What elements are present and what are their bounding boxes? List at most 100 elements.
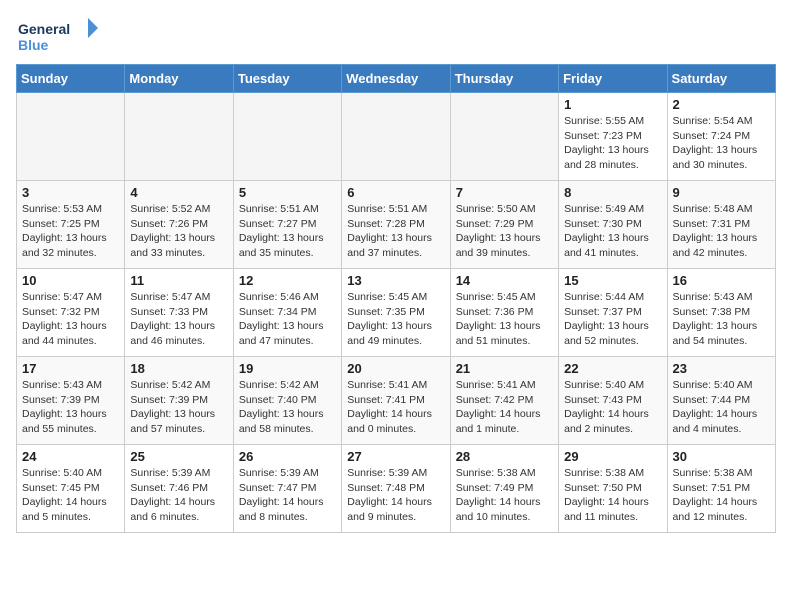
day-info: Sunrise: 5:39 AM Sunset: 7:47 PM Dayligh… bbox=[239, 466, 336, 525]
day-info: Sunrise: 5:45 AM Sunset: 7:36 PM Dayligh… bbox=[456, 290, 553, 349]
day-info: Sunrise: 5:40 AM Sunset: 7:44 PM Dayligh… bbox=[673, 378, 770, 437]
day-number: 3 bbox=[22, 185, 119, 200]
day-info: Sunrise: 5:39 AM Sunset: 7:46 PM Dayligh… bbox=[130, 466, 227, 525]
day-header-tuesday: Tuesday bbox=[233, 65, 341, 93]
day-number: 26 bbox=[239, 449, 336, 464]
day-number: 23 bbox=[673, 361, 770, 376]
day-info: Sunrise: 5:38 AM Sunset: 7:51 PM Dayligh… bbox=[673, 466, 770, 525]
calendar-cell: 7 Sunrise: 5:50 AM Sunset: 7:29 PM Daylig… bbox=[450, 181, 558, 269]
day-number: 19 bbox=[239, 361, 336, 376]
day-number: 1 bbox=[564, 97, 661, 112]
day-number: 2 bbox=[673, 97, 770, 112]
calendar-cell: 16 Sunrise: 5:43 AM Sunset: 7:38 PM Dayli… bbox=[667, 269, 775, 357]
day-info: Sunrise: 5:47 AM Sunset: 7:32 PM Dayligh… bbox=[22, 290, 119, 349]
logo[interactable]: General Blue bbox=[16, 16, 106, 56]
day-number: 11 bbox=[130, 273, 227, 288]
day-number: 28 bbox=[456, 449, 553, 464]
calendar-cell: 30 Sunrise: 5:38 AM Sunset: 7:51 PM Dayli… bbox=[667, 445, 775, 533]
calendar-cell bbox=[233, 93, 341, 181]
calendar-cell: 17 Sunrise: 5:43 AM Sunset: 7:39 PM Dayli… bbox=[17, 357, 125, 445]
day-info: Sunrise: 5:46 AM Sunset: 7:34 PM Dayligh… bbox=[239, 290, 336, 349]
day-info: Sunrise: 5:45 AM Sunset: 7:35 PM Dayligh… bbox=[347, 290, 444, 349]
day-info: Sunrise: 5:53 AM Sunset: 7:25 PM Dayligh… bbox=[22, 202, 119, 261]
day-info: Sunrise: 5:51 AM Sunset: 7:28 PM Dayligh… bbox=[347, 202, 444, 261]
calendar-cell: 18Sunrise: 5:42 AM Sunset: 7:39 PM Dayli… bbox=[125, 357, 233, 445]
calendar-week-5: 24Sunrise: 5:40 AM Sunset: 7:45 PM Dayli… bbox=[17, 445, 776, 533]
day-number: 12 bbox=[239, 273, 336, 288]
day-info: Sunrise: 5:43 AM Sunset: 7:39 PM Dayligh… bbox=[22, 378, 119, 437]
day-info: Sunrise: 5:55 AM Sunset: 7:23 PM Dayligh… bbox=[564, 114, 661, 173]
calendar-body: 1 Sunrise: 5:55 AM Sunset: 7:23 PM Daylig… bbox=[17, 93, 776, 533]
calendar-cell bbox=[342, 93, 450, 181]
calendar-cell: 6 Sunrise: 5:51 AM Sunset: 7:28 PM Daylig… bbox=[342, 181, 450, 269]
calendar-cell: 22 Sunrise: 5:40 AM Sunset: 7:43 PM Dayli… bbox=[559, 357, 667, 445]
calendar-cell: 12 Sunrise: 5:46 AM Sunset: 7:34 PM Dayli… bbox=[233, 269, 341, 357]
calendar-header-row: SundayMondayTuesdayWednesdayThursdayFrid… bbox=[17, 65, 776, 93]
day-number: 5 bbox=[239, 185, 336, 200]
calendar-cell: 21 Sunrise: 5:41 AM Sunset: 7:42 PM Dayli… bbox=[450, 357, 558, 445]
day-number: 24 bbox=[22, 449, 119, 464]
calendar-cell: 15Sunrise: 5:44 AM Sunset: 7:37 PM Dayli… bbox=[559, 269, 667, 357]
calendar-cell: 23 Sunrise: 5:40 AM Sunset: 7:44 PM Dayli… bbox=[667, 357, 775, 445]
calendar-cell: 28 Sunrise: 5:38 AM Sunset: 7:49 PM Dayli… bbox=[450, 445, 558, 533]
day-info: Sunrise: 5:38 AM Sunset: 7:49 PM Dayligh… bbox=[456, 466, 553, 525]
day-number: 16 bbox=[673, 273, 770, 288]
day-number: 18 bbox=[130, 361, 227, 376]
svg-text:Blue: Blue bbox=[18, 37, 49, 53]
day-info: Sunrise: 5:47 AM Sunset: 7:33 PM Dayligh… bbox=[130, 290, 227, 349]
day-number: 17 bbox=[22, 361, 119, 376]
calendar-cell: 10 Sunrise: 5:47 AM Sunset: 7:32 PM Dayli… bbox=[17, 269, 125, 357]
day-number: 27 bbox=[347, 449, 444, 464]
day-info: Sunrise: 5:44 AM Sunset: 7:37 PM Dayligh… bbox=[564, 290, 661, 349]
svg-text:General: General bbox=[18, 21, 70, 37]
page-header: General Blue bbox=[16, 16, 776, 56]
calendar-cell: 19 Sunrise: 5:42 AM Sunset: 7:40 PM Dayli… bbox=[233, 357, 341, 445]
day-info: Sunrise: 5:41 AM Sunset: 7:42 PM Dayligh… bbox=[456, 378, 553, 437]
calendar-cell: 3 Sunrise: 5:53 AM Sunset: 7:25 PM Daylig… bbox=[17, 181, 125, 269]
day-number: 20 bbox=[347, 361, 444, 376]
day-header-saturday: Saturday bbox=[667, 65, 775, 93]
calendar-cell: 5 Sunrise: 5:51 AM Sunset: 7:27 PM Daylig… bbox=[233, 181, 341, 269]
calendar-cell: 2 Sunrise: 5:54 AM Sunset: 7:24 PM Daylig… bbox=[667, 93, 775, 181]
day-info: Sunrise: 5:40 AM Sunset: 7:43 PM Dayligh… bbox=[564, 378, 661, 437]
day-info: Sunrise: 5:51 AM Sunset: 7:27 PM Dayligh… bbox=[239, 202, 336, 261]
calendar-week-3: 10 Sunrise: 5:47 AM Sunset: 7:32 PM Dayli… bbox=[17, 269, 776, 357]
calendar-table: SundayMondayTuesdayWednesdayThursdayFrid… bbox=[16, 64, 776, 533]
calendar-cell: 8Sunrise: 5:49 AM Sunset: 7:30 PM Daylig… bbox=[559, 181, 667, 269]
day-header-monday: Monday bbox=[125, 65, 233, 93]
day-number: 4 bbox=[130, 185, 227, 200]
day-number: 13 bbox=[347, 273, 444, 288]
day-number: 29 bbox=[564, 449, 661, 464]
day-info: Sunrise: 5:38 AM Sunset: 7:50 PM Dayligh… bbox=[564, 466, 661, 525]
day-header-friday: Friday bbox=[559, 65, 667, 93]
day-info: Sunrise: 5:39 AM Sunset: 7:48 PM Dayligh… bbox=[347, 466, 444, 525]
calendar-cell: 13 Sunrise: 5:45 AM Sunset: 7:35 PM Dayli… bbox=[342, 269, 450, 357]
day-info: Sunrise: 5:50 AM Sunset: 7:29 PM Dayligh… bbox=[456, 202, 553, 261]
calendar-cell: 4 Sunrise: 5:52 AM Sunset: 7:26 PM Daylig… bbox=[125, 181, 233, 269]
day-info: Sunrise: 5:52 AM Sunset: 7:26 PM Dayligh… bbox=[130, 202, 227, 261]
calendar-cell: 14 Sunrise: 5:45 AM Sunset: 7:36 PM Dayli… bbox=[450, 269, 558, 357]
day-header-thursday: Thursday bbox=[450, 65, 558, 93]
calendar-cell: 9Sunrise: 5:48 AM Sunset: 7:31 PM Daylig… bbox=[667, 181, 775, 269]
day-info: Sunrise: 5:49 AM Sunset: 7:30 PM Dayligh… bbox=[564, 202, 661, 261]
day-info: Sunrise: 5:43 AM Sunset: 7:38 PM Dayligh… bbox=[673, 290, 770, 349]
day-info: Sunrise: 5:54 AM Sunset: 7:24 PM Dayligh… bbox=[673, 114, 770, 173]
day-info: Sunrise: 5:41 AM Sunset: 7:41 PM Dayligh… bbox=[347, 378, 444, 437]
day-number: 7 bbox=[456, 185, 553, 200]
calendar-week-2: 3 Sunrise: 5:53 AM Sunset: 7:25 PM Daylig… bbox=[17, 181, 776, 269]
day-number: 6 bbox=[347, 185, 444, 200]
day-header-wednesday: Wednesday bbox=[342, 65, 450, 93]
calendar-cell: 25Sunrise: 5:39 AM Sunset: 7:46 PM Dayli… bbox=[125, 445, 233, 533]
day-number: 22 bbox=[564, 361, 661, 376]
day-number: 10 bbox=[22, 273, 119, 288]
day-header-sunday: Sunday bbox=[17, 65, 125, 93]
day-info: Sunrise: 5:42 AM Sunset: 7:40 PM Dayligh… bbox=[239, 378, 336, 437]
day-number: 30 bbox=[673, 449, 770, 464]
calendar-week-4: 17 Sunrise: 5:43 AM Sunset: 7:39 PM Dayli… bbox=[17, 357, 776, 445]
calendar-cell: 27 Sunrise: 5:39 AM Sunset: 7:48 PM Dayli… bbox=[342, 445, 450, 533]
calendar-cell: 26 Sunrise: 5:39 AM Sunset: 7:47 PM Dayli… bbox=[233, 445, 341, 533]
calendar-week-1: 1 Sunrise: 5:55 AM Sunset: 7:23 PM Daylig… bbox=[17, 93, 776, 181]
day-number: 21 bbox=[456, 361, 553, 376]
calendar-cell: 1 Sunrise: 5:55 AM Sunset: 7:23 PM Daylig… bbox=[559, 93, 667, 181]
day-number: 14 bbox=[456, 273, 553, 288]
